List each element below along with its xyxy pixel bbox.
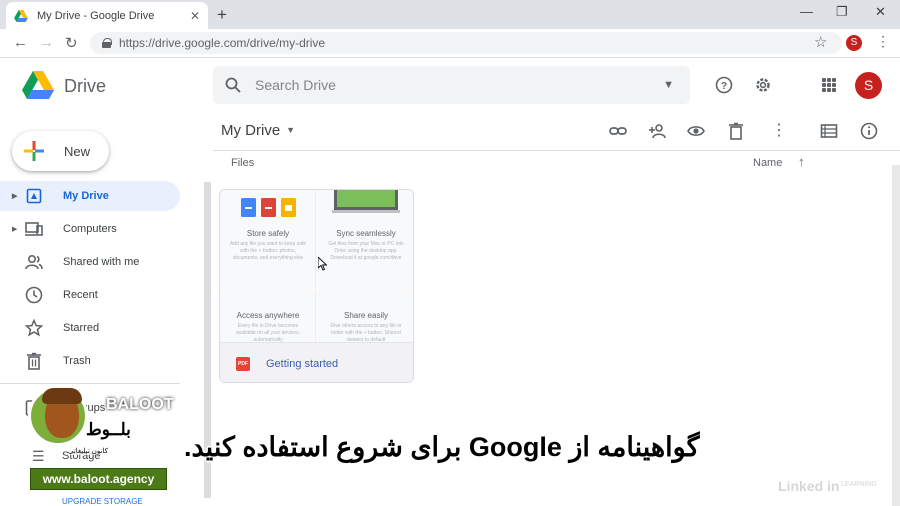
drive-favicon-icon bbox=[14, 9, 28, 22]
sidebar-item-label: Computers bbox=[63, 223, 117, 235]
baloot-brand-fa: بلــوط bbox=[86, 420, 131, 439]
sidebar-item-my-drive[interactable]: ▶ My Drive bbox=[0, 181, 180, 211]
address-url: https://drive.google.com/drive/my-drive bbox=[119, 36, 326, 50]
toolbar-divider bbox=[213, 150, 900, 151]
video-subtitle: گواهینامه از Google برای شروع استفاده کن… bbox=[184, 432, 700, 462]
sort-ascending-arrow-icon[interactable]: ↑ bbox=[798, 154, 805, 169]
linkedin-learning-watermark: LEARNING bbox=[841, 481, 877, 488]
mouse-cursor-icon bbox=[318, 257, 327, 271]
my-drive-icon bbox=[25, 187, 43, 205]
expand-arrow-icon[interactable]: ▶ bbox=[12, 225, 17, 233]
card-quadrant: Share easily Give others access to any f… bbox=[318, 290, 413, 343]
card-quadrant-title: Access anywhere bbox=[236, 311, 300, 320]
card-quadrant: Access anywhere Every file in Drive beco… bbox=[220, 290, 316, 343]
people-icon bbox=[25, 253, 43, 271]
page-title: My Drive bbox=[221, 122, 281, 139]
browser-toolbar: ← → ↻ https://drive.google.com/drive/my-… bbox=[0, 29, 900, 58]
card-quadrant-text: Give others access to any file or folder… bbox=[330, 323, 402, 343]
laptop-icon bbox=[332, 190, 400, 213]
svg-text:?: ? bbox=[721, 81, 727, 92]
new-tab-button[interactable]: + bbox=[217, 5, 227, 25]
new-button-label: New bbox=[64, 143, 91, 159]
more-actions-icon[interactable]: ⋮ bbox=[771, 122, 789, 140]
file-card-getting-started[interactable]: Store safely Add any file you want to ke… bbox=[219, 189, 414, 383]
search-bar[interactable]: Search Drive ▼ bbox=[213, 66, 690, 104]
account-avatar[interactable]: S bbox=[855, 72, 882, 99]
search-input[interactable]: Search Drive bbox=[255, 77, 336, 93]
help-icon[interactable]: ? bbox=[715, 76, 733, 94]
browser-tab-title: My Drive - Google Drive bbox=[37, 9, 155, 22]
chevron-down-icon: ▼ bbox=[286, 125, 296, 135]
document-files-icon bbox=[241, 198, 296, 217]
minimize-window-icon[interactable]: — bbox=[800, 4, 813, 19]
apps-grid-icon[interactable] bbox=[822, 78, 836, 92]
sidebar-item-label: Starred bbox=[63, 322, 100, 334]
baloot-tagline: کانون تبلیغاتی bbox=[68, 447, 108, 455]
linkedin-watermark: Linked in bbox=[778, 478, 840, 494]
card-quadrant: Sync seamlessly Get files from your Mac … bbox=[318, 190, 413, 288]
acorn-icon bbox=[42, 388, 82, 438]
browser-tab[interactable]: My Drive - Google Drive ✕ bbox=[6, 2, 208, 29]
card-quadrant-text: Every file in Drive becomes available on… bbox=[236, 323, 300, 343]
browser-menu-icon[interactable]: ⋮ bbox=[876, 33, 890, 50]
back-arrow-icon[interactable]: ← bbox=[13, 34, 28, 51]
baloot-website: www.baloot.agency bbox=[30, 468, 167, 490]
sort-by-name-header[interactable]: Name bbox=[753, 157, 782, 169]
pdf-file-icon: PDF bbox=[236, 356, 250, 371]
clock-icon bbox=[25, 286, 43, 304]
list-view-icon[interactable] bbox=[820, 122, 838, 140]
preview-eye-icon[interactable] bbox=[687, 122, 705, 140]
card-quadrant-text: Add any file you want to keep safe with … bbox=[229, 241, 307, 261]
close-tab-icon[interactable]: ✕ bbox=[190, 9, 200, 23]
card-quadrant-text: Get files from your Mac or PC into Drive… bbox=[328, 241, 404, 261]
sidebar-item-label: Shared with me bbox=[63, 256, 140, 268]
file-name[interactable]: Getting started bbox=[266, 358, 338, 370]
computers-icon bbox=[25, 220, 43, 238]
reload-icon[interactable]: ↻ bbox=[65, 34, 78, 52]
search-icon[interactable] bbox=[225, 77, 241, 93]
close-window-icon[interactable]: ✕ bbox=[875, 4, 886, 20]
lock-icon bbox=[102, 38, 112, 48]
sidebar-item-label: Recent bbox=[63, 289, 98, 301]
upgrade-storage-link[interactable]: UPGRADE STORAGE bbox=[62, 497, 143, 506]
address-bar[interactable]: https://drive.google.com/drive/my-drive bbox=[90, 32, 842, 54]
remove-trash-icon[interactable] bbox=[727, 122, 745, 140]
forward-arrow-icon[interactable]: → bbox=[39, 34, 54, 51]
expand-arrow-icon[interactable]: ▶ bbox=[12, 192, 17, 200]
browser-tab-strip: My Drive - Google Drive ✕ + — ❐ ✕ bbox=[0, 0, 900, 29]
bookmark-star-icon[interactable]: ☆ bbox=[814, 33, 827, 51]
card-quadrant-title: Store safely bbox=[246, 229, 290, 238]
sidebar-item-trash[interactable]: Trash bbox=[0, 346, 180, 376]
baloot-brand-name: BALOOT bbox=[106, 396, 174, 413]
card-quadrant: Store safely Add any file you want to ke… bbox=[220, 190, 316, 288]
maximize-window-icon[interactable]: ❐ bbox=[836, 4, 848, 20]
info-icon[interactable] bbox=[860, 122, 878, 140]
sidebar-item-shared-with-me[interactable]: Shared with me bbox=[0, 247, 180, 277]
product-name[interactable]: Drive bbox=[64, 76, 106, 97]
files-section-label: Files bbox=[231, 157, 255, 169]
sidebar-item-recent[interactable]: Recent bbox=[0, 280, 180, 310]
my-drive-menu[interactable]: My Drive ▼ bbox=[221, 122, 295, 139]
baloot-logo: BALOOT بلــوط کانون تبلیغاتی www.baloot.… bbox=[28, 384, 178, 492]
card-footer[interactable]: PDF Getting started bbox=[220, 342, 413, 382]
star-icon bbox=[25, 319, 43, 337]
drive-logo-icon[interactable] bbox=[22, 71, 54, 99]
sidebar-item-starred[interactable]: Starred bbox=[0, 313, 180, 343]
browser-profile-avatar[interactable]: S bbox=[846, 35, 862, 51]
plus-icon bbox=[24, 141, 44, 161]
card-quadrant-title: Share easily bbox=[343, 311, 389, 320]
sidebar-item-computers[interactable]: ▶ Computers bbox=[0, 214, 180, 244]
settings-gear-icon[interactable] bbox=[754, 76, 772, 94]
card-quadrant-title: Sync seamlessly bbox=[336, 229, 396, 238]
trash-icon bbox=[25, 352, 43, 370]
share-add-person-icon[interactable] bbox=[648, 122, 666, 140]
sidebar-item-label: Trash bbox=[63, 355, 91, 367]
get-link-icon[interactable] bbox=[609, 122, 627, 140]
sidebar-item-label: My Drive bbox=[63, 190, 109, 202]
main-scrollbar[interactable] bbox=[892, 165, 900, 506]
search-options-icon[interactable]: ▼ bbox=[663, 79, 674, 91]
new-button[interactable]: New bbox=[12, 131, 109, 171]
